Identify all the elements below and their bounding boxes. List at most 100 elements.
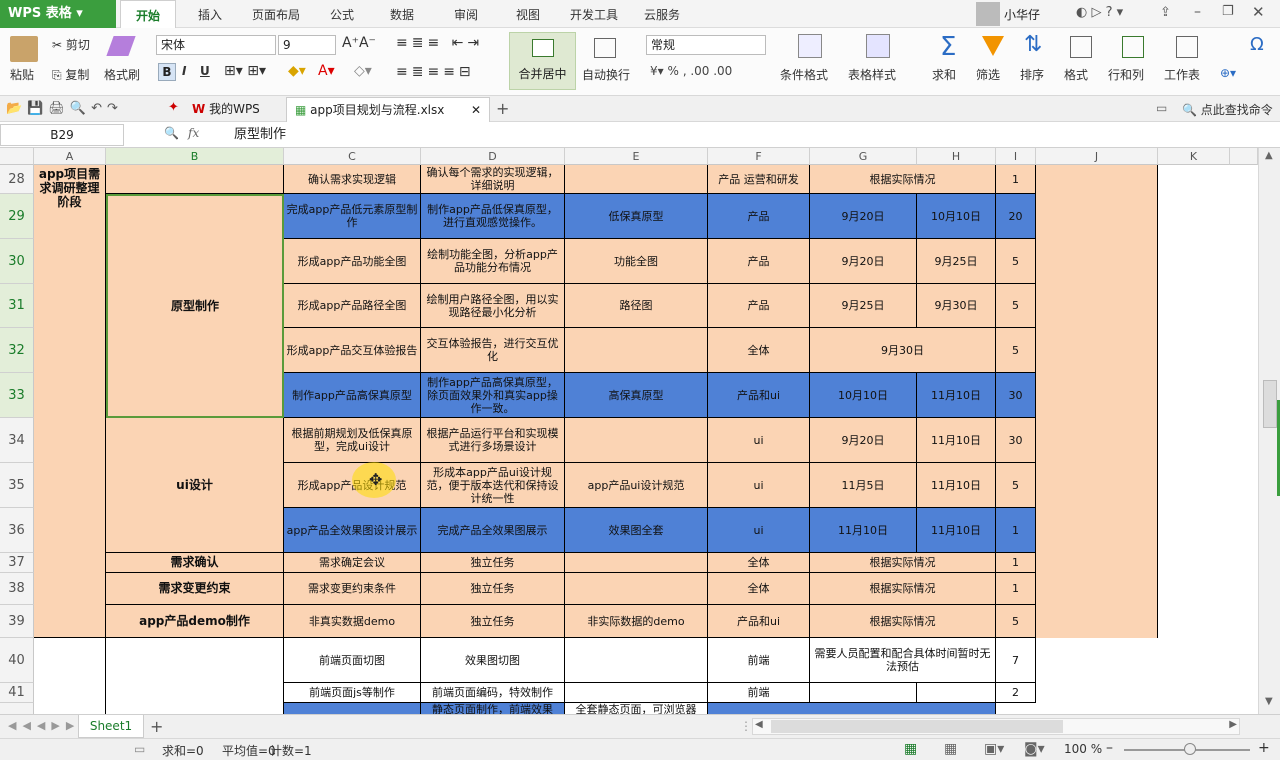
cell[interactable]: 9月20日 [810, 239, 917, 284]
tab-my-wps[interactable]: W 我的WPS [186, 98, 284, 120]
row-header[interactable]: 29 [0, 194, 34, 239]
cell[interactable]: 非实际数据的demo [565, 605, 708, 638]
tab-review[interactable]: 审阅 [440, 0, 492, 28]
cell[interactable]: 产品 [708, 239, 810, 284]
scroll-down-icon[interactable]: ▼ [1265, 696, 1273, 707]
copy-button[interactable]: ⎘ 复制 [52, 66, 89, 83]
tab-page-layout[interactable]: 页面布局 [244, 0, 308, 28]
row-header[interactable]: 30 [0, 239, 34, 284]
cell[interactable]: 低保真原型 [565, 194, 708, 239]
cell[interactable]: ui [708, 418, 810, 463]
cell[interactable]: 形成app产品功能全图 [284, 239, 421, 284]
close-tab-icon[interactable]: ✕ [471, 98, 481, 122]
cell[interactable]: 根据实际情况 [810, 553, 996, 573]
cell[interactable]: 产品和ui [708, 373, 810, 418]
row-header[interactable]: 31 [0, 284, 34, 328]
cell[interactable]: app产品demo制作 [106, 605, 284, 638]
cell[interactable]: 全体 [708, 328, 810, 373]
cell[interactable] [917, 683, 996, 703]
cell[interactable]: 7 [996, 638, 1036, 683]
zoom-in-icon[interactable]: + [1258, 740, 1270, 756]
cell[interactable]: 1 [996, 553, 1036, 573]
tabs-list-icon[interactable]: ▭ [1156, 101, 1167, 115]
row-header[interactable]: 33 [0, 373, 34, 418]
number-format-select[interactable]: 常规 [646, 35, 766, 55]
cell[interactable]: 制作app产品高保真原型 [284, 373, 421, 418]
eye-protect-icon[interactable]: ◙▾ [1024, 741, 1045, 757]
cell[interactable]: app产品ui设计规范 [565, 463, 708, 508]
row-header[interactable]: 32 [0, 328, 34, 373]
fx-icon[interactable]: fx [188, 126, 199, 140]
cell[interactable]: 产品 [708, 194, 810, 239]
wrap-text-button[interactable]: 自动换行 [582, 66, 630, 83]
cell[interactable]: 形成app产品路径全图 [284, 284, 421, 328]
tab-developer[interactable]: 开发工具 [564, 0, 624, 28]
cell[interactable]: 完成app产品低元素原型制作 [284, 194, 421, 239]
cell[interactable]: 需求确认 [106, 553, 284, 573]
scroll-left-icon[interactable]: ◀ [755, 719, 763, 730]
tab-data[interactable]: 数据 [376, 0, 428, 28]
cell[interactable]: 9月20日 [810, 194, 917, 239]
cell[interactable]: 5 [996, 605, 1036, 638]
merge-center-button[interactable]: 合并居中 [509, 32, 576, 90]
cell[interactable]: 1 [996, 508, 1036, 553]
find-icon[interactable]: ⊕▾ [1220, 66, 1236, 80]
cell[interactable] [810, 683, 917, 703]
cell[interactable]: ui [708, 463, 810, 508]
cell[interactable]: 产品 [708, 284, 810, 328]
maximize-icon[interactable]: ❐ [1222, 4, 1234, 19]
tab-home[interactable]: 开始 [120, 0, 176, 29]
avatar[interactable] [976, 2, 1000, 26]
reading-view-icon[interactable]: ▣▾ [984, 741, 1004, 757]
format-painter-button[interactable]: 格式刷 [104, 66, 140, 83]
clear-icon[interactable]: ◇▾ [354, 63, 372, 79]
column-header[interactable]: K [1158, 148, 1230, 165]
fill-color-icon[interactable]: ◆▾ [288, 63, 306, 79]
cell[interactable]: 10月10日 [810, 373, 917, 418]
hscroll-more-icon[interactable]: ⋮ [740, 719, 752, 733]
horizontal-scrollbar[interactable]: ◀ ▶ [752, 718, 1240, 735]
font-color-icon[interactable]: A▾ [318, 63, 335, 79]
font-name-select[interactable]: 宋体 [156, 35, 276, 55]
row-header[interactable]: 34 [0, 418, 34, 463]
sort-button[interactable]: 排序 [1020, 66, 1044, 83]
cell[interactable] [106, 165, 284, 194]
format-button[interactable]: 格式 [1064, 66, 1088, 83]
cell[interactable]: 功能全图 [565, 239, 708, 284]
cell[interactable]: 独立任务 [421, 573, 565, 605]
vertical-scrollbar[interactable]: ▲ ▼ [1258, 148, 1280, 714]
restore-ribbon-icon[interactable]: ⇪ [1160, 5, 1171, 20]
cell[interactable]: 全套静态页面，可浏览器 [565, 703, 708, 714]
cell[interactable]: 根据实际情况 [810, 165, 996, 194]
conditional-format-button[interactable]: 条件格式 [780, 66, 828, 83]
cell[interactable]: 需求变更约束条件 [284, 573, 421, 605]
column-header[interactable]: G [810, 148, 917, 165]
hscroll-thumb[interactable] [771, 720, 1063, 733]
row-header[interactable]: 40 [0, 638, 34, 683]
number-format-icons[interactable]: ¥▾ % ‚ .00 .00 [650, 64, 732, 78]
tab-view[interactable]: 视图 [502, 0, 554, 28]
column-header[interactable]: F [708, 148, 810, 165]
conditional-format-icon[interactable] [798, 34, 822, 58]
cell[interactable]: 9月30日 [810, 328, 996, 373]
cell[interactable]: 前端 [708, 683, 810, 703]
spreadsheet-grid[interactable]: A B C D E F G H I J K 28 29 30 31 32 33 … [0, 148, 1258, 714]
cell[interactable]: 11月10日 [917, 508, 996, 553]
cell[interactable]: 非真实数据demo [284, 605, 421, 638]
cell[interactable]: 11月5日 [810, 463, 917, 508]
cell[interactable] [565, 683, 708, 703]
cell-a-stage[interactable]: app项目需求调研整理阶段 [34, 165, 106, 638]
cell[interactable] [565, 165, 708, 194]
cell[interactable]: 需要人员配置和配合具体时间暂时无法预估 [810, 638, 996, 683]
font-size-select[interactable]: 9 [278, 35, 336, 55]
paste-button[interactable]: 粘贴 [10, 66, 34, 83]
cell[interactable]: 11月10日 [810, 508, 917, 553]
underline-button[interactable]: U [200, 64, 210, 78]
sum-icon[interactable]: Σ [940, 32, 956, 62]
column-header[interactable]: A [34, 148, 106, 165]
worksheet-button[interactable]: 工作表 [1164, 66, 1200, 83]
row-col-button[interactable]: 行和列 [1108, 66, 1144, 83]
cell[interactable]: 2 [996, 683, 1036, 703]
cell[interactable]: 交互体验报告，进行交互优化 [421, 328, 565, 373]
scroll-thumb[interactable] [1263, 380, 1277, 428]
